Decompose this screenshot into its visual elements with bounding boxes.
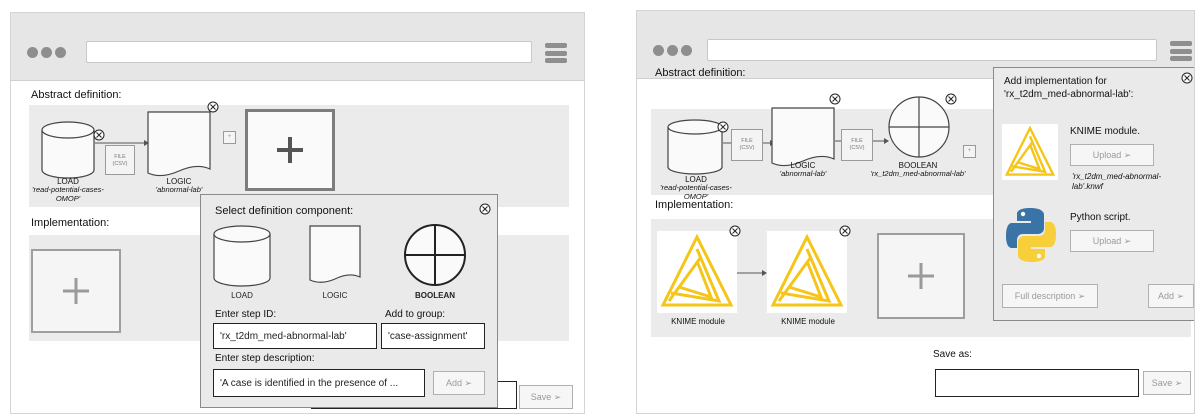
add-definition-component-button[interactable] <box>245 109 335 191</box>
python-option-label: Python script. <box>1070 212 1131 223</box>
close-popup-icon[interactable] <box>479 203 491 215</box>
knime-logo-icon <box>770 233 844 307</box>
python-logo-icon[interactable] <box>1004 206 1058 264</box>
save-as-field[interactable] <box>935 369 1139 397</box>
load-step-id: 'read-potential-cases-OMOP' <box>32 185 104 203</box>
implementation-label: Implementation: <box>655 199 734 211</box>
close-knime-1-icon[interactable] <box>729 225 741 237</box>
plus-icon <box>908 263 934 289</box>
save-button[interactable]: Save ➢ <box>519 385 573 409</box>
window-controls[interactable] <box>653 45 692 56</box>
abstract-definition-label: Abstract definition: <box>655 67 746 79</box>
load-caption: LOAD 'read-potential-cases-OMOP' <box>29 177 107 203</box>
boolean-caption: BOOLEAN 'rx_t2dm_med-abnormal-lab' <box>863 161 973 179</box>
implementation-label: Implementation: <box>31 217 110 229</box>
save-button[interactable]: Save ➢ <box>1143 371 1191 395</box>
option-logic-label[interactable]: LOGIC <box>305 291 365 300</box>
save-as-label: Save as: <box>933 349 972 360</box>
plus-icon <box>63 278 89 304</box>
menu-icon[interactable] <box>1170 41 1192 61</box>
knime-option-logo[interactable] <box>1002 124 1058 180</box>
address-bar[interactable] <box>707 39 1157 61</box>
logic-document-icon <box>147 111 211 177</box>
address-bar[interactable] <box>86 41 532 63</box>
group-input[interactable]: 'case-assignment' <box>381 323 485 349</box>
load-cylinder-icon <box>667 119 723 175</box>
step-id-input[interactable]: 'rx_t2dm_med-abnormal-lab' <box>213 323 377 349</box>
flow-arrow <box>737 270 767 276</box>
logic-caption: LOGIC 'abnormal-lab' <box>767 161 839 179</box>
boolean-circle-icon <box>888 96 950 158</box>
option-boolean-label[interactable]: BOOLEAN <box>399 291 471 300</box>
step-description-label: Enter step description: <box>215 353 315 364</box>
file-csv-node-2: FILE (CSV) <box>841 129 873 161</box>
close-logic-icon[interactable] <box>829 93 841 105</box>
close-logic-icon[interactable] <box>207 101 219 113</box>
boolean-step-id: 'rx_t2dm_med-abnormal-lab' <box>870 169 966 179</box>
close-boolean-icon[interactable] <box>945 93 957 105</box>
browser-toolbar <box>11 13 584 81</box>
load-caption: LOAD 'read-potential-cases-OMOP' <box>657 175 735 201</box>
logic-step-id: 'abnormal-lab' <box>779 169 827 179</box>
knime-module-node-1[interactable] <box>657 231 737 313</box>
close-panel-icon[interactable] <box>1181 72 1193 84</box>
select-component-popup: Select definition component: LOAD LOGIC … <box>200 194 498 408</box>
step-description-input[interactable]: 'A case is identified in the presence of… <box>213 369 425 397</box>
file-csv-node: FILE (CSV) <box>105 145 135 175</box>
knime-caption-1: KNIME module <box>671 317 725 326</box>
file-csv-node-1: FILE (CSV) <box>731 129 763 161</box>
knime-caption-2: KNIME module <box>781 317 835 326</box>
panel-title: Add implementation for 'rx_t2dm_med-abno… <box>1004 76 1134 100</box>
add-implementation-panel: Add implementation for 'rx_t2dm_med-abno… <box>993 67 1194 321</box>
option-load-icon[interactable] <box>213 225 271 287</box>
add-step-button[interactable]: Add ➢ <box>433 371 485 395</box>
popup-title: Select definition component: <box>215 205 354 217</box>
knime-file-name: 'rx_t2dm_med-abnormal-lab'.knwf <box>1072 172 1162 191</box>
option-logic-icon[interactable] <box>309 225 361 287</box>
knime-option-label: KNIME module. <box>1070 126 1141 137</box>
knime-module-node-2[interactable] <box>767 231 847 313</box>
upload-knime-button[interactable]: Upload ➢ <box>1070 144 1154 166</box>
option-load-label[interactable]: LOAD <box>213 291 271 300</box>
upload-python-button[interactable]: Upload ➢ <box>1070 230 1154 252</box>
add-implementation-button[interactable] <box>31 249 121 333</box>
add-implementation-button[interactable] <box>877 233 965 319</box>
close-load-icon[interactable] <box>717 121 729 133</box>
small-add-node-button[interactable]: + <box>223 131 236 144</box>
plus-icon <box>277 137 303 163</box>
close-knime-2-icon[interactable] <box>839 225 851 237</box>
knime-logo-icon <box>1004 125 1056 176</box>
add-to-group-label: Add to group: <box>385 309 446 320</box>
knime-logo-icon <box>660 233 734 307</box>
full-description-button[interactable]: Full description ➢ <box>1002 284 1098 308</box>
add-implementation-confirm-button[interactable]: Add ➢ <box>1148 284 1194 308</box>
small-add-node-button[interactable]: + <box>963 145 976 158</box>
load-cylinder-icon <box>41 121 95 179</box>
menu-icon[interactable] <box>545 43 567 63</box>
window-controls[interactable] <box>27 47 66 58</box>
right-browser-window: Abstract definition: LOAD 'read-potentia… <box>636 10 1195 414</box>
abstract-definition-label: Abstract definition: <box>31 89 122 101</box>
option-boolean-icon[interactable] <box>403 223 467 287</box>
step-id-label: Enter step ID: <box>215 309 277 320</box>
logic-caption: LOGIC 'abnormal-lab' <box>143 177 215 195</box>
